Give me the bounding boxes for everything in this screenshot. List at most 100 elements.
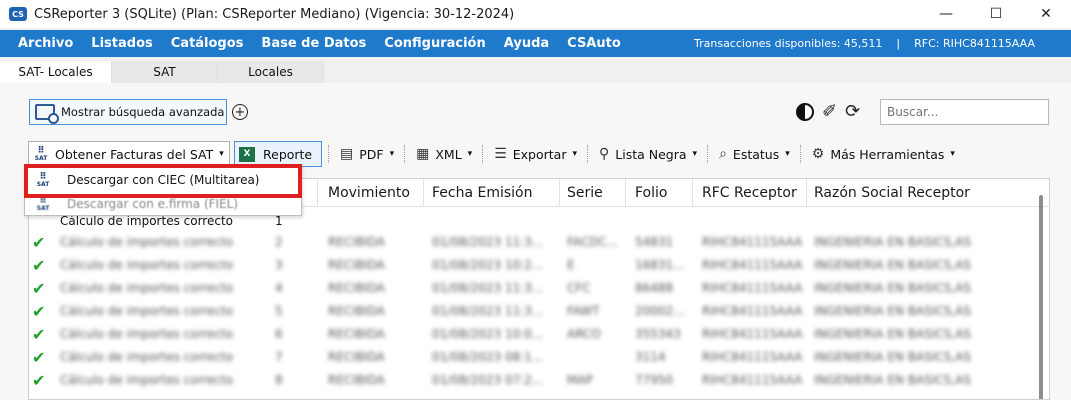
folio-cell: 86488 [635, 281, 674, 295]
mas-herramientas-label: Más Herramientas [830, 146, 945, 162]
movimiento-cell: RECIBIDA [328, 350, 385, 364]
movimiento-cell: RECIBIDA [328, 373, 385, 387]
pdf-button[interactable]: ▤ PDF ▾ [336, 141, 398, 167]
row-number: 6 [275, 327, 283, 341]
movimiento-cell: RECIBIDA [328, 235, 385, 249]
rfc-cell: RIHC841115AAA [702, 304, 803, 318]
cs-logo-icon: CS [9, 7, 27, 21]
row-number: 5 [275, 304, 283, 318]
check-icon: ✔ [32, 302, 46, 321]
check-icon: ✔ [32, 348, 46, 367]
rfc-cell: RIHC841115AAA [702, 235, 803, 249]
serie-cell: MAP [567, 373, 593, 387]
menu-configuracion[interactable]: Configuración [384, 36, 485, 51]
chevron-down-icon: ▾ [219, 149, 224, 159]
folio-cell: 20002... [635, 304, 685, 318]
column-movimiento[interactable]: Movimiento [328, 185, 410, 201]
xml-icon: ▦ [416, 146, 430, 162]
account-info: Transacciones disponibles: 45,511 | RFC:… [694, 37, 1035, 50]
toolbar-separator [707, 145, 709, 163]
reporte-label: Reporte [263, 146, 313, 162]
close-button[interactable]: ✕ [1021, 0, 1071, 28]
column-fecha-emision[interactable]: Fecha Emisión [432, 185, 533, 201]
menu-catalogos[interactable]: Catálogos [171, 36, 244, 51]
row-number: 8 [275, 373, 283, 387]
status-cell: Cálculo de importes correcto [60, 235, 234, 249]
title-bar: CS CSReporter 3 (SQLite) (Plan: CSReport… [0, 0, 1071, 28]
fecha-cell: 01/08/2023 11:3... [432, 304, 544, 318]
rfc-cell: RIHC841115AAA [702, 281, 803, 295]
folio-cell: 77950 [635, 373, 674, 387]
movimiento-cell: RECIBIDA [328, 281, 385, 295]
pdf-label: PDF [359, 146, 384, 162]
brush-icon[interactable]: ✐ [822, 101, 837, 122]
column-divider [806, 179, 807, 207]
menu-ayuda[interactable]: Ayuda [504, 36, 549, 51]
column-rfc-receptor[interactable]: RFC Receptor [702, 185, 797, 201]
table-row[interactable]: ✔ Cálculo de importes correcto 3 RECIBID… [29, 254, 1039, 277]
mas-herramientas-button[interactable]: ⚙ Más Herramientas ▾ [808, 141, 959, 167]
tab-sat-locales[interactable]: SAT- Locales [0, 61, 112, 83]
excel-icon: X [239, 146, 255, 162]
serie-cell: E [567, 258, 575, 272]
check-icon: ✔ [32, 233, 46, 252]
export-icon: ☰ [494, 146, 507, 162]
fecha-cell: 01/08/2023 11:3... [432, 281, 544, 295]
status-cell: Cálculo de importes correcto [60, 350, 234, 364]
tab-locales[interactable]: Locales [218, 61, 324, 83]
lista-negra-button[interactable]: ⚲ Lista Negra ▾ [595, 141, 701, 167]
sat-logo-icon: SAT [33, 146, 49, 162]
menu-base-de-datos[interactable]: Base de Datos [261, 36, 366, 51]
column-divider [317, 179, 318, 207]
estatus-button[interactable]: ⌕ Estatus ▾ [715, 141, 794, 167]
vertical-scrollbar[interactable] [1039, 195, 1043, 399]
maximize-button[interactable]: ☐ [971, 0, 1021, 28]
table-row[interactable]: ✔ Cálculo de importes correcto 2 RECIBID… [29, 231, 1039, 254]
menu-item-label: Descargar con e.firma (FIEL) [67, 197, 239, 211]
folio-cell: 16831... [635, 258, 685, 272]
serie-cell: FACDC... [567, 235, 619, 249]
check-icon: ✔ [32, 256, 46, 275]
column-divider [625, 179, 626, 207]
row-number: 4 [275, 281, 283, 295]
column-serie[interactable]: Serie [567, 185, 603, 201]
column-razon-social[interactable]: Razón Social Receptor [814, 185, 970, 201]
column-folio[interactable]: Folio [635, 185, 667, 201]
row-number: 2 [275, 235, 283, 249]
lista-negra-label: Lista Negra [615, 146, 687, 162]
advanced-search-button[interactable]: Mostrar búsqueda avanzada [29, 99, 227, 125]
minimize-button[interactable]: — [921, 0, 971, 28]
xml-button[interactable]: ▦ XML ▾ [412, 141, 476, 167]
menu-listados[interactable]: Listados [91, 36, 152, 51]
row-number: 3 [275, 258, 283, 272]
fecha-cell: 01/08/2023 08:1... [432, 350, 544, 364]
add-filter-icon[interactable]: + [232, 104, 248, 120]
table-row[interactable]: ✔ Cálculo de importes correcto 7 RECIBID… [29, 346, 1039, 369]
exportar-label: Exportar [512, 146, 567, 162]
table-row[interactable]: ✔ Cálculo de importes correcto 5 RECIBID… [29, 300, 1039, 323]
search-input[interactable] [880, 99, 1049, 125]
fecha-cell: 01/08/2023 10:2... [432, 258, 544, 272]
tab-sat[interactable]: SAT [112, 61, 218, 83]
menu-csauto[interactable]: CSAuto [567, 36, 621, 51]
menu-archivo[interactable]: Archivo [18, 36, 73, 51]
check-icon: ✔ [32, 325, 46, 344]
sat-logo-icon: SAT [35, 196, 51, 212]
movimiento-cell: RECIBIDA [328, 304, 385, 318]
razon-cell: INGENIERIA EN BASICS,AS [814, 327, 972, 341]
status-cell: Cálculo de importes correcto [60, 304, 234, 318]
fecha-cell: 01/08/2023 11:3... [432, 235, 544, 249]
table-row[interactable]: ✔ Cálculo de importes correcto 4 RECIBID… [29, 277, 1039, 300]
table-row[interactable]: ✔ Cálculo de importes correcto 8 RECIBID… [29, 369, 1039, 392]
contrast-icon[interactable] [796, 102, 814, 121]
refresh-icon[interactable]: ⟳ [845, 101, 860, 122]
check-icon: ✔ [32, 279, 46, 298]
rfc-label: RFC: RIHC841115AAA [914, 37, 1035, 50]
chevron-down-icon: ▾ [572, 149, 578, 159]
table-row[interactable]: ✔ Cálculo de importes correcto 6 RECIBID… [29, 323, 1039, 346]
exportar-button[interactable]: ☰ Exportar ▾ [490, 141, 581, 167]
chevron-down-icon: ▾ [950, 149, 955, 159]
fecha-cell: 01/08/2023 10:0... [432, 327, 544, 341]
xml-label: XML [435, 146, 462, 162]
status-cell: Cálculo de importes correcto [60, 281, 234, 295]
